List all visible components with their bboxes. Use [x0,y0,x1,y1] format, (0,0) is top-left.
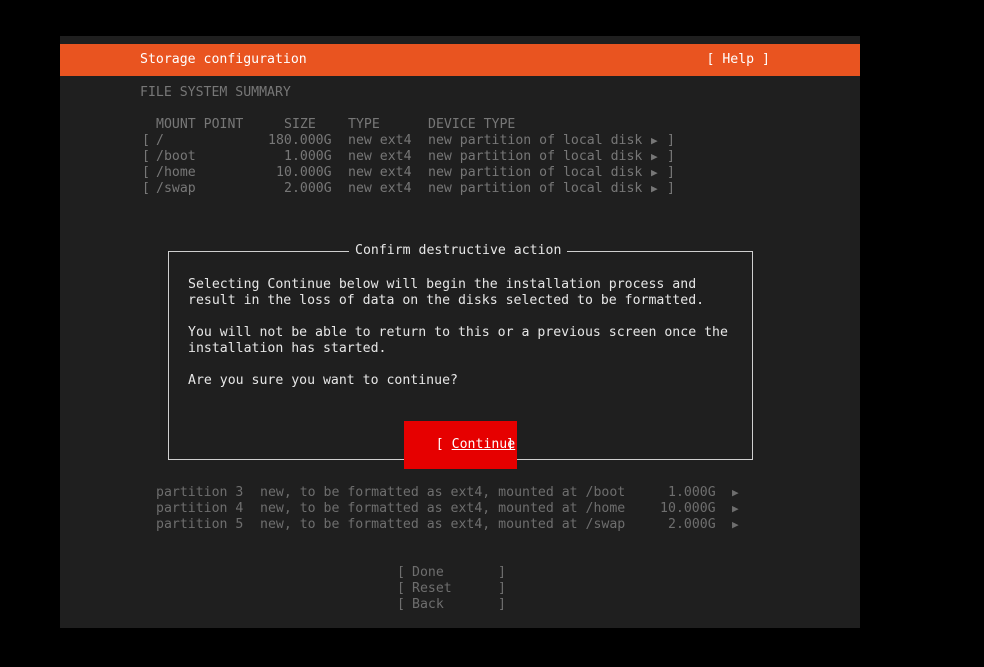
bracket-open: [ [142,165,150,180]
bracket-open: [ [142,149,150,164]
bracket-close: ] [498,597,506,612]
col-mount-point: MOUNT POINT [156,117,244,132]
size-value: 10.000G [276,165,332,180]
bracket-open: [ [142,133,150,148]
arrow-right-icon: ▶ [732,486,739,499]
done-label: Done [412,565,444,580]
dialog-question: Are you sure you want to continue? [188,373,458,388]
partition-desc: new, to be formatted as ext4, mounted at… [260,485,626,500]
summary-heading: FILE SYSTEM SUMMARY [140,85,291,100]
mount-point: /home [156,165,196,180]
type-value: new ext4 [348,133,412,148]
col-size: SIZE [284,117,316,132]
bracket-close: ] [498,565,506,580]
bracket-open: [ [397,581,405,596]
col-type: TYPE [348,117,380,132]
bracket-open: [ [435,437,452,452]
device-value: new partition of local disk [428,149,643,164]
col-device-type: DEVICE TYPE [428,117,516,132]
partition-desc: new, to be formatted as ext4, mounted at… [260,501,626,516]
partition-desc: new, to be formatted as ext4, mounted at… [260,517,626,532]
arrow-right-icon: ▶ [651,150,658,163]
device-value: new partition of local disk [428,181,643,196]
size-value: 1.000G [284,149,332,164]
partition-size: 2.000G [668,517,716,532]
reset-label: Reset [412,581,452,596]
confirm-dialog: Confirm destructive action Selecting Con… [168,243,753,469]
continue-button[interactable]: [ Continue] [404,421,517,469]
mount-point: / [156,133,164,148]
help-button[interactable]: [ Help ] [706,52,770,68]
dialog-text: installation has started. [188,341,387,356]
mount-point: /boot [156,149,196,164]
bracket-close: ] [667,149,675,164]
bracket-close: ] [667,133,675,148]
bracket-open: [ [397,565,405,580]
dialog-title: Confirm destructive action [349,243,568,259]
bracket-close: ] [506,437,514,452]
arrow-right-icon: ▶ [651,166,658,179]
arrow-right-icon: ▶ [651,182,658,195]
bracket-close: ] [667,165,675,180]
partition-size: 10.000G [660,501,716,516]
back-label: Back [412,597,444,612]
page-title: Storage configuration [140,52,307,67]
bracket-close: ] [498,581,506,596]
type-value: new ext4 [348,149,412,164]
partition-size: 1.000G [668,485,716,500]
dialog-text: Selecting Continue below will begin the … [188,277,697,292]
device-value: new partition of local disk [428,165,643,180]
partition-name: partition 3 [156,485,244,500]
partition-name: partition 4 [156,501,244,516]
size-value: 2.000G [284,181,332,196]
type-value: new ext4 [348,181,412,196]
header-bar: Storage configuration [ Help ] [60,44,860,76]
dialog-text: You will not be able to return to this o… [188,325,728,340]
arrow-right-icon: ▶ [651,134,658,147]
partition-name: partition 5 [156,517,244,532]
bracket-close: ] [667,181,675,196]
size-value: 180.000G [268,133,332,148]
type-value: new ext4 [348,165,412,180]
bracket-open: [ [397,597,405,612]
arrow-right-icon: ▶ [732,518,739,531]
arrow-right-icon: ▶ [732,502,739,515]
mount-point: /swap [156,181,196,196]
dialog-text: result in the loss of data on the disks … [188,293,705,308]
bracket-open: [ [142,181,150,196]
device-value: new partition of local disk [428,133,643,148]
